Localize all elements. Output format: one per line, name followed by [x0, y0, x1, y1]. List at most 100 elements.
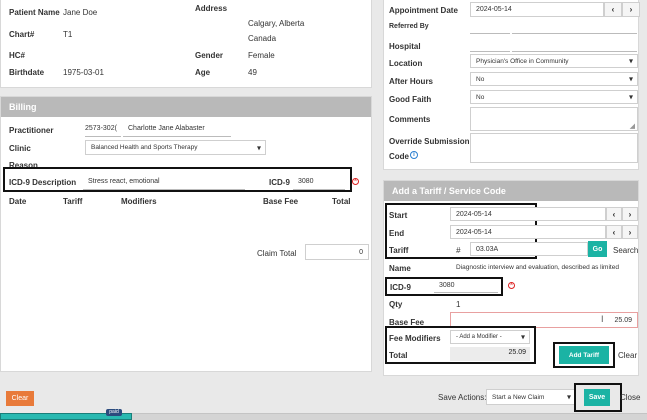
fee-modifiers-value: - Add a Modifier - — [456, 334, 502, 340]
practitioner-id-input[interactable]: 2573-302( — [85, 121, 121, 137]
tariff-title: Add a Tariff / Service Code — [384, 181, 638, 201]
fee-modifiers-select[interactable]: - Add a Modifier - — [450, 330, 530, 344]
appointment-date-input[interactable]: 2024-05-14 — [470, 2, 604, 17]
claim-total-value: 0 — [305, 244, 369, 260]
qty-value: 1 — [456, 300, 461, 309]
hc-label: HC# — [9, 51, 26, 60]
info-icon[interactable]: i — [410, 151, 418, 159]
start-next-button[interactable]: › — [622, 207, 638, 221]
fee-modifiers-label: Fee Modifiers — [389, 334, 441, 343]
close-button[interactable]: Close — [620, 393, 640, 402]
start-input[interactable]: 2024-05-14 — [450, 207, 606, 221]
col-base-fee: Base Fee — [263, 197, 299, 206]
override-label: Override Submission — [389, 137, 470, 146]
total-field: 25.09 — [450, 347, 530, 361]
base-fee-value: 25.09 — [614, 316, 632, 324]
date-next-button[interactable]: › — [622, 2, 640, 17]
name-label: Name — [389, 264, 411, 273]
start-prev-button[interactable]: ‹ — [606, 207, 622, 221]
tariff-hash: # — [456, 246, 461, 255]
good-faith-select[interactable]: No — [470, 90, 638, 104]
referred-input-1[interactable] — [470, 33, 510, 34]
gender-value: Female — [248, 51, 275, 60]
add-tariff-button[interactable]: Add Tariff — [559, 346, 609, 364]
after-hours-label: After Hours — [389, 77, 434, 86]
go-button[interactable]: Go — [588, 241, 607, 257]
clear-button[interactable]: Clear — [6, 391, 34, 406]
comments-textarea[interactable]: ◢ — [470, 107, 638, 131]
gender-label: Gender — [195, 51, 224, 60]
end-next-button[interactable]: › — [622, 225, 638, 239]
taskbar-badge: paid — [106, 409, 122, 416]
search-link[interactable]: Search — [613, 246, 638, 255]
address-label: Address — [195, 4, 228, 13]
appointment-panel: Appointment Date 2024-05-14 ‹ › Referred… — [383, 0, 640, 170]
qty-label: Qty — [389, 300, 403, 309]
hospital-input-2[interactable] — [512, 51, 637, 52]
col-modifiers: Modifiers — [121, 197, 157, 206]
icd-label: ICD-9 — [269, 178, 290, 187]
tariff-panel: Add a Tariff / Service Code Start 2024-0… — [383, 180, 639, 376]
practitioner-label: Practitioner — [9, 126, 54, 135]
patient-name-label: Patient Name — [9, 8, 60, 17]
tariff-icd-input[interactable]: 3080 — [434, 279, 498, 293]
address-line1: Calgary, Alberta — [248, 19, 305, 28]
icd-description-input[interactable]: Stress react, emotional — [83, 174, 245, 190]
tariff-icd-error-icon: × — [508, 282, 515, 289]
appointment-date-label: Appointment Date — [389, 6, 458, 15]
override-code-input[interactable] — [470, 133, 638, 163]
after-hours-value: No — [476, 75, 485, 83]
text-cursor-icon: I — [601, 314, 604, 324]
date-prev-button[interactable]: ‹ — [604, 2, 622, 17]
comments-label: Comments — [389, 115, 431, 124]
end-input[interactable]: 2024-05-14 — [450, 225, 606, 239]
billing-title: Billing — [1, 97, 371, 117]
resize-handle-icon: ◢ — [629, 123, 635, 130]
override-label-code: Code — [389, 152, 409, 161]
save-actions-label: Save Actions: — [438, 393, 487, 402]
tariff-input[interactable]: 03.03A — [470, 242, 588, 256]
clinic-select[interactable]: Balanced Health and Sports Therapy — [85, 140, 266, 155]
location-select-value: Physician's Office in Community — [476, 57, 569, 65]
total-value: 25.09 — [508, 349, 526, 356]
billing-panel: Billing Practitioner 2573-302( Charlotte… — [0, 96, 372, 372]
end-label: End — [389, 229, 405, 238]
location-label: Location — [389, 59, 423, 68]
chart-value: T1 — [63, 30, 73, 39]
icd-description-label: ICD-9 Description — [9, 178, 77, 187]
claim-total-label: Claim Total — [257, 249, 297, 258]
tariff-label: Tariff — [389, 246, 409, 255]
save-button[interactable]: Save — [584, 389, 610, 406]
age-value: 49 — [248, 68, 257, 77]
birthdate-value: 1975-03-01 — [63, 68, 104, 77]
chart-label: Chart# — [9, 30, 35, 39]
end-prev-button[interactable]: ‹ — [606, 225, 622, 239]
after-hours-select[interactable]: No — [470, 72, 638, 86]
address-line2: Canada — [248, 34, 277, 43]
col-tariff: Tariff — [63, 197, 83, 206]
tariff-icd-label: ICD-9 — [390, 283, 411, 292]
col-date: Date — [9, 197, 27, 206]
hospital-label: Hospital — [389, 42, 421, 51]
save-actions-select[interactable]: Start a New Claim — [486, 389, 576, 405]
clear-tariff-button[interactable]: Clear — [618, 351, 637, 360]
save-actions-value: Start a New Claim — [492, 393, 545, 401]
hospital-input-1[interactable] — [470, 51, 510, 52]
clinic-select-value: Balanced Health and Sports Therapy — [91, 144, 198, 151]
name-value: Diagnostic interview and evaluation, des… — [456, 264, 619, 271]
claim-total-number: 0 — [359, 248, 363, 256]
birthdate-label: Birthdate — [9, 68, 45, 77]
referred-input-2[interactable] — [512, 33, 637, 34]
practitioner-name-input[interactable]: Charlotte Jane Alabaster — [123, 121, 231, 137]
total-label: Total — [389, 351, 408, 360]
referred-label: Referred By — [389, 23, 429, 30]
age-label: Age — [195, 68, 211, 77]
col-total: Total — [332, 197, 351, 206]
patient-name-value: Jane Doe — [63, 8, 98, 17]
clinic-label: Clinic — [9, 144, 31, 153]
icd-input[interactable]: 3080 — [293, 174, 345, 190]
good-faith-label: Good Faith — [389, 95, 432, 104]
good-faith-value: No — [476, 93, 485, 101]
location-select[interactable]: Physician's Office in Community — [470, 54, 638, 68]
start-label: Start — [389, 211, 408, 220]
